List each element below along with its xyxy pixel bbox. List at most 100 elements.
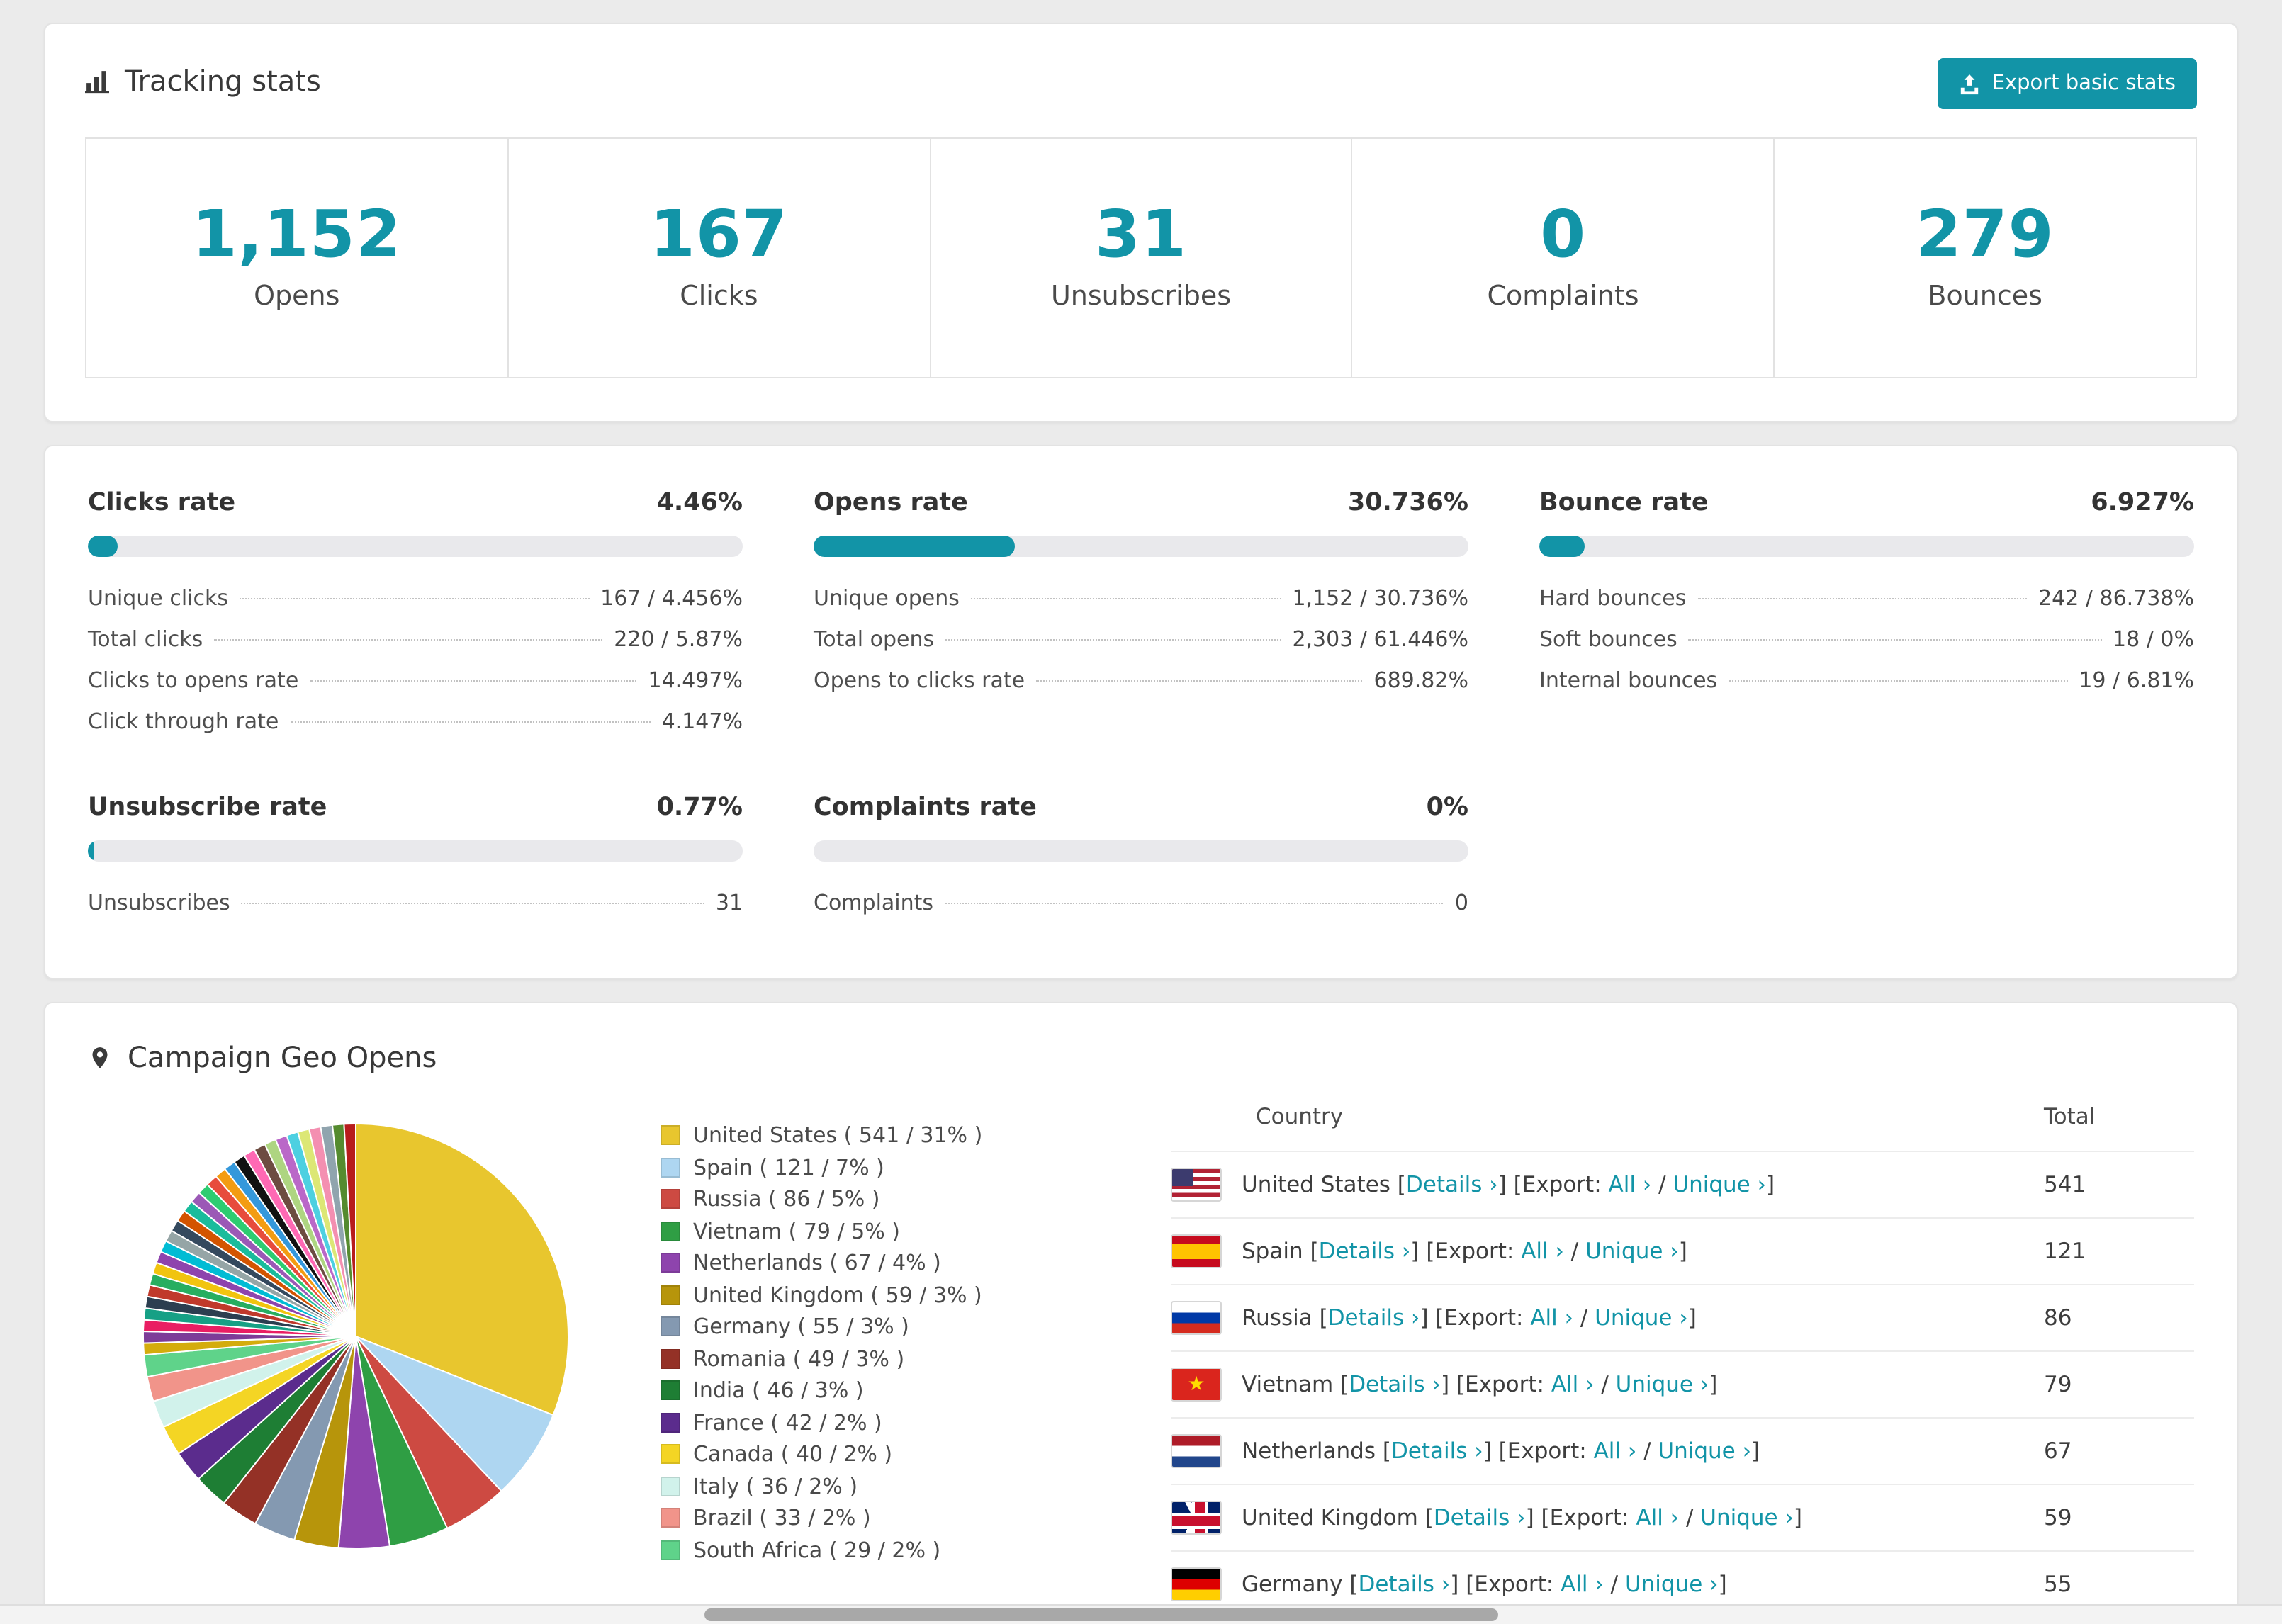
- country-cell: Germany [Details ›] [Export: All › / Uni…: [1171, 1567, 2044, 1601]
- legend-label: Brazil ( 33 / 2% ): [693, 1505, 871, 1531]
- bracket-close: ]: [1450, 1572, 1459, 1597]
- export-all-link[interactable]: All ›: [1551, 1372, 1595, 1397]
- export-unique-link[interactable]: Unique ›: [1595, 1305, 1688, 1331]
- country-cell: Vietnam [Details ›] [Export: All › / Uni…: [1171, 1368, 2044, 1402]
- export-unique-link[interactable]: Unique ›: [1700, 1505, 1794, 1530]
- legend-item[interactable]: Romania ( 49 / 3% ): [661, 1343, 1086, 1375]
- metric-row: Total opens 2,303 / 61.446%: [814, 619, 1468, 660]
- legend-item[interactable]: United Kingdom ( 59 / 3% ): [661, 1279, 1086, 1311]
- export-all-link[interactable]: All ›: [1609, 1172, 1652, 1197]
- bracket-close: ]: [1420, 1305, 1429, 1331]
- metric-label: Opens to clicks rate: [814, 667, 1025, 693]
- flag-us-icon: [1171, 1168, 1222, 1202]
- stats-row: 1,152 Opens 167 Clicks 31 Unsubscribes 0…: [85, 137, 2197, 378]
- metric-value: 14.497%: [648, 667, 743, 693]
- legend-swatch: [661, 1316, 680, 1337]
- export-all-link[interactable]: All ›: [1594, 1438, 1637, 1464]
- horizontal-scrollbar-thumb[interactable]: [704, 1608, 1498, 1621]
- rate-title: Complaints rate: [814, 794, 1037, 822]
- export-unique-link[interactable]: Unique ›: [1585, 1239, 1679, 1264]
- bracket-open: [: [1333, 1372, 1349, 1397]
- row-total: 67: [2044, 1438, 2072, 1464]
- bracket-close: ]: [1440, 1372, 1450, 1397]
- legend-item[interactable]: Italy ( 36 / 2% ): [661, 1470, 1086, 1502]
- legend-item[interactable]: Canada ( 40 / 2% ): [661, 1438, 1086, 1470]
- horizontal-scrollbar-track[interactable]: [0, 1604, 2282, 1624]
- bracket-open: [: [1342, 1572, 1359, 1597]
- export-unique-link[interactable]: Unique ›: [1616, 1372, 1709, 1397]
- legend-item[interactable]: Spain ( 121 / 7% ): [661, 1151, 1086, 1183]
- legend-item[interactable]: Brazil ( 33 / 2% ): [661, 1502, 1086, 1534]
- metric-value: 167 / 4.456%: [600, 585, 743, 611]
- bracket-close: ]: [1410, 1239, 1420, 1264]
- flag-es-icon: [1171, 1234, 1222, 1268]
- dotted-leader: [1688, 639, 2102, 641]
- country-name: Vietnam: [1242, 1372, 1334, 1397]
- export-all-link[interactable]: All ›: [1636, 1505, 1679, 1530]
- details-link[interactable]: Details ›: [1391, 1438, 1483, 1464]
- legend-label: France ( 42 / 2% ): [693, 1409, 882, 1436]
- metric-label: Click through rate: [88, 709, 279, 734]
- total-column-header: Total: [2044, 1104, 2096, 1129]
- rate-progress-bar: [814, 840, 1468, 862]
- metric-label: Total clicks: [88, 626, 203, 652]
- metric-row: Unique clicks 167 / 4.456%: [88, 578, 743, 619]
- dashboard-page: Tracking stats Export basic stats 1,152 …: [0, 0, 2282, 1624]
- rate-progress-fill: [88, 536, 118, 557]
- export-label: [Export:: [1419, 1239, 1522, 1264]
- country-name: United Kingdom: [1242, 1505, 1418, 1530]
- legend-item[interactable]: India ( 46 / 3% ): [661, 1375, 1086, 1406]
- row-total: 86: [2044, 1305, 2072, 1331]
- dotted-leader: [240, 598, 590, 599]
- row-total: 55: [2044, 1572, 2072, 1597]
- legend-item[interactable]: Netherlands ( 67 / 4% ): [661, 1247, 1086, 1279]
- details-link[interactable]: Details ›: [1434, 1505, 1526, 1530]
- legend-item[interactable]: Vietnam ( 79 / 5% ): [661, 1215, 1086, 1247]
- rate-rows: Complaints 0: [814, 883, 1468, 924]
- legend-swatch: [661, 1125, 680, 1146]
- rate-progress-bar: [814, 536, 1468, 557]
- metric-row: Unique opens 1,152 / 30.736%: [814, 578, 1468, 619]
- legend-item[interactable]: South Africa ( 29 / 2% ): [661, 1534, 1086, 1566]
- country-links: Spain [Details ›] [Export: All › / Uniqu…: [1242, 1239, 1687, 1264]
- export-all-link[interactable]: All ›: [1561, 1572, 1604, 1597]
- metric-label: Total opens: [814, 626, 935, 652]
- geo-pie-chart[interactable]: [136, 1117, 575, 1556]
- country-cell: United Kingdom [Details ›] [Export: All …: [1171, 1501, 2044, 1535]
- legend-item[interactable]: Russia ( 86 / 5% ): [661, 1183, 1086, 1215]
- export-label: [Export:: [1506, 1172, 1609, 1197]
- export-unique-link[interactable]: Unique ›: [1673, 1172, 1766, 1197]
- rate-progress-fill: [1539, 536, 1585, 557]
- table-row: Russia [Details ›] [Export: All › / Uniq…: [1171, 1284, 2194, 1350]
- legend-label: Russia ( 86 / 5% ): [693, 1186, 880, 1212]
- row-total: 59: [2044, 1505, 2072, 1530]
- country-links: Netherlands [Details ›] [Export: All › /…: [1242, 1438, 1760, 1464]
- bracket-open: [: [1390, 1172, 1406, 1197]
- legend-item[interactable]: Germany ( 55 / 3% ): [661, 1311, 1086, 1343]
- details-link[interactable]: Details ›: [1328, 1305, 1420, 1331]
- legend-item[interactable]: United States ( 541 / 31% ): [661, 1120, 1086, 1151]
- legend-swatch: [661, 1412, 680, 1433]
- export-all-link[interactable]: All ›: [1521, 1239, 1564, 1264]
- country-links: Russia [Details ›] [Export: All › / Uniq…: [1242, 1305, 1697, 1331]
- country-name: Germany: [1242, 1572, 1343, 1597]
- export-unique-link[interactable]: Unique ›: [1658, 1438, 1751, 1464]
- legend-item[interactable]: France ( 42 / 2% ): [661, 1406, 1086, 1438]
- rate-value: 4.46%: [656, 489, 743, 517]
- stat-box: 167 Clicks: [507, 137, 931, 378]
- export-all-link[interactable]: All ›: [1530, 1305, 1573, 1331]
- details-link[interactable]: Details ›: [1319, 1239, 1411, 1264]
- slash-separator: /: [1594, 1372, 1616, 1397]
- country-column-header: Country: [1256, 1104, 1344, 1129]
- details-link[interactable]: Details ›: [1358, 1572, 1450, 1597]
- details-link[interactable]: Details ›: [1406, 1172, 1498, 1197]
- details-link[interactable]: Details ›: [1349, 1372, 1441, 1397]
- export-basic-stats-button[interactable]: Export basic stats: [1938, 58, 2197, 109]
- country-cell: Russia [Details ›] [Export: All › / Uniq…: [1171, 1301, 2044, 1335]
- legend-swatch: [661, 1508, 680, 1528]
- export-unique-link[interactable]: Unique ›: [1625, 1572, 1719, 1597]
- metric-value: 18 / 0%: [2113, 626, 2194, 652]
- legend-label: India ( 46 / 3% ): [693, 1377, 864, 1404]
- geo-table-body: United States [Details ›] [Export: All ›…: [1171, 1151, 2194, 1617]
- bracket-close-2: ]: [1687, 1305, 1697, 1331]
